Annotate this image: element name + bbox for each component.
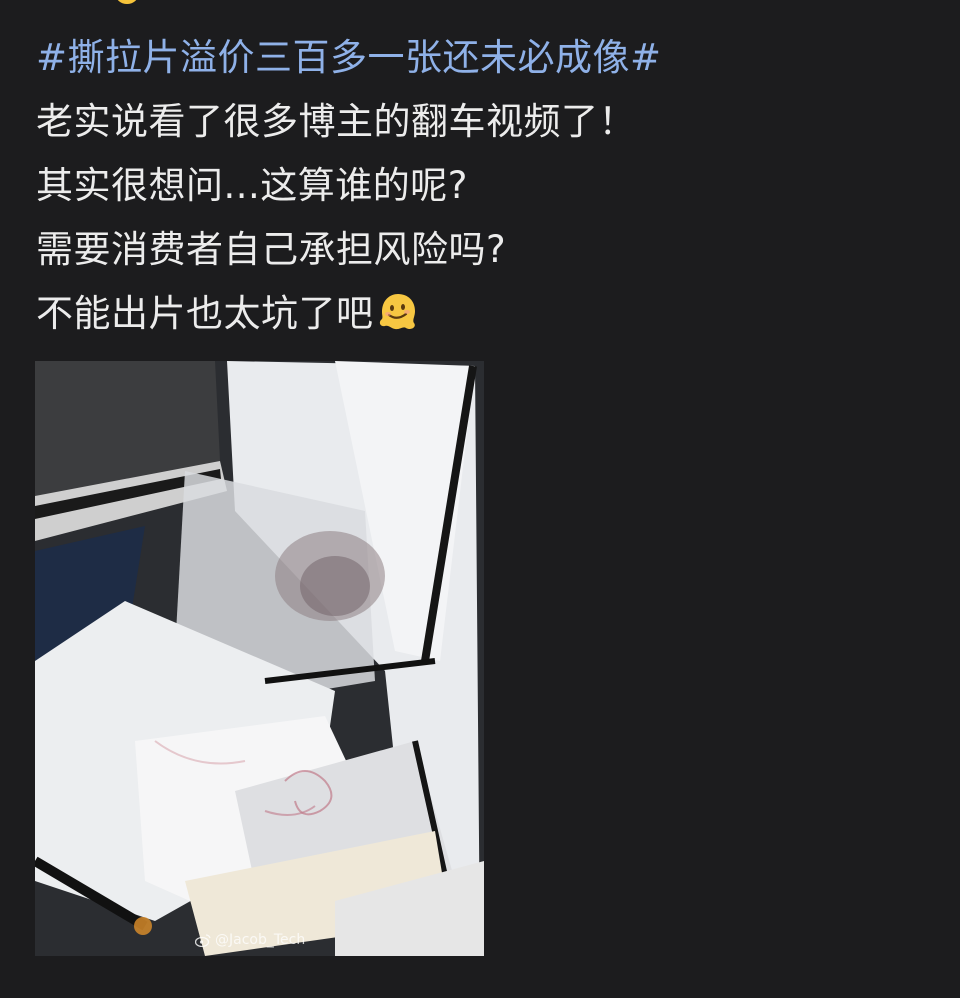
weibo-logo-icon [195,934,211,947]
emoji-fragment-icon [116,0,138,4]
post-line-4: 不能出片也太坑了吧 [36,292,374,335]
post-line-2: 其实很想问...这算谁的呢? [36,164,468,207]
post-photo[interactable] [35,361,484,956]
torn-instant-film-photo [35,361,484,956]
hashtag-link[interactable]: #撕拉片溢价三百多一张还未必成像# [36,36,662,79]
photo-watermark: @Jacob_Tech [195,932,305,948]
post-body: #撕拉片溢价三百多一张还未必成像# 老实说看了很多博主的翻车视频了！ 其实很想问… [36,26,936,346]
post-line-1: 老实说看了很多博主的翻车视频了！ [36,100,636,143]
melting-face-icon [376,290,420,334]
watermark-text: @Jacob_Tech [215,932,306,948]
post-line-3: 需要消费者自己承担风险吗? [36,228,507,271]
